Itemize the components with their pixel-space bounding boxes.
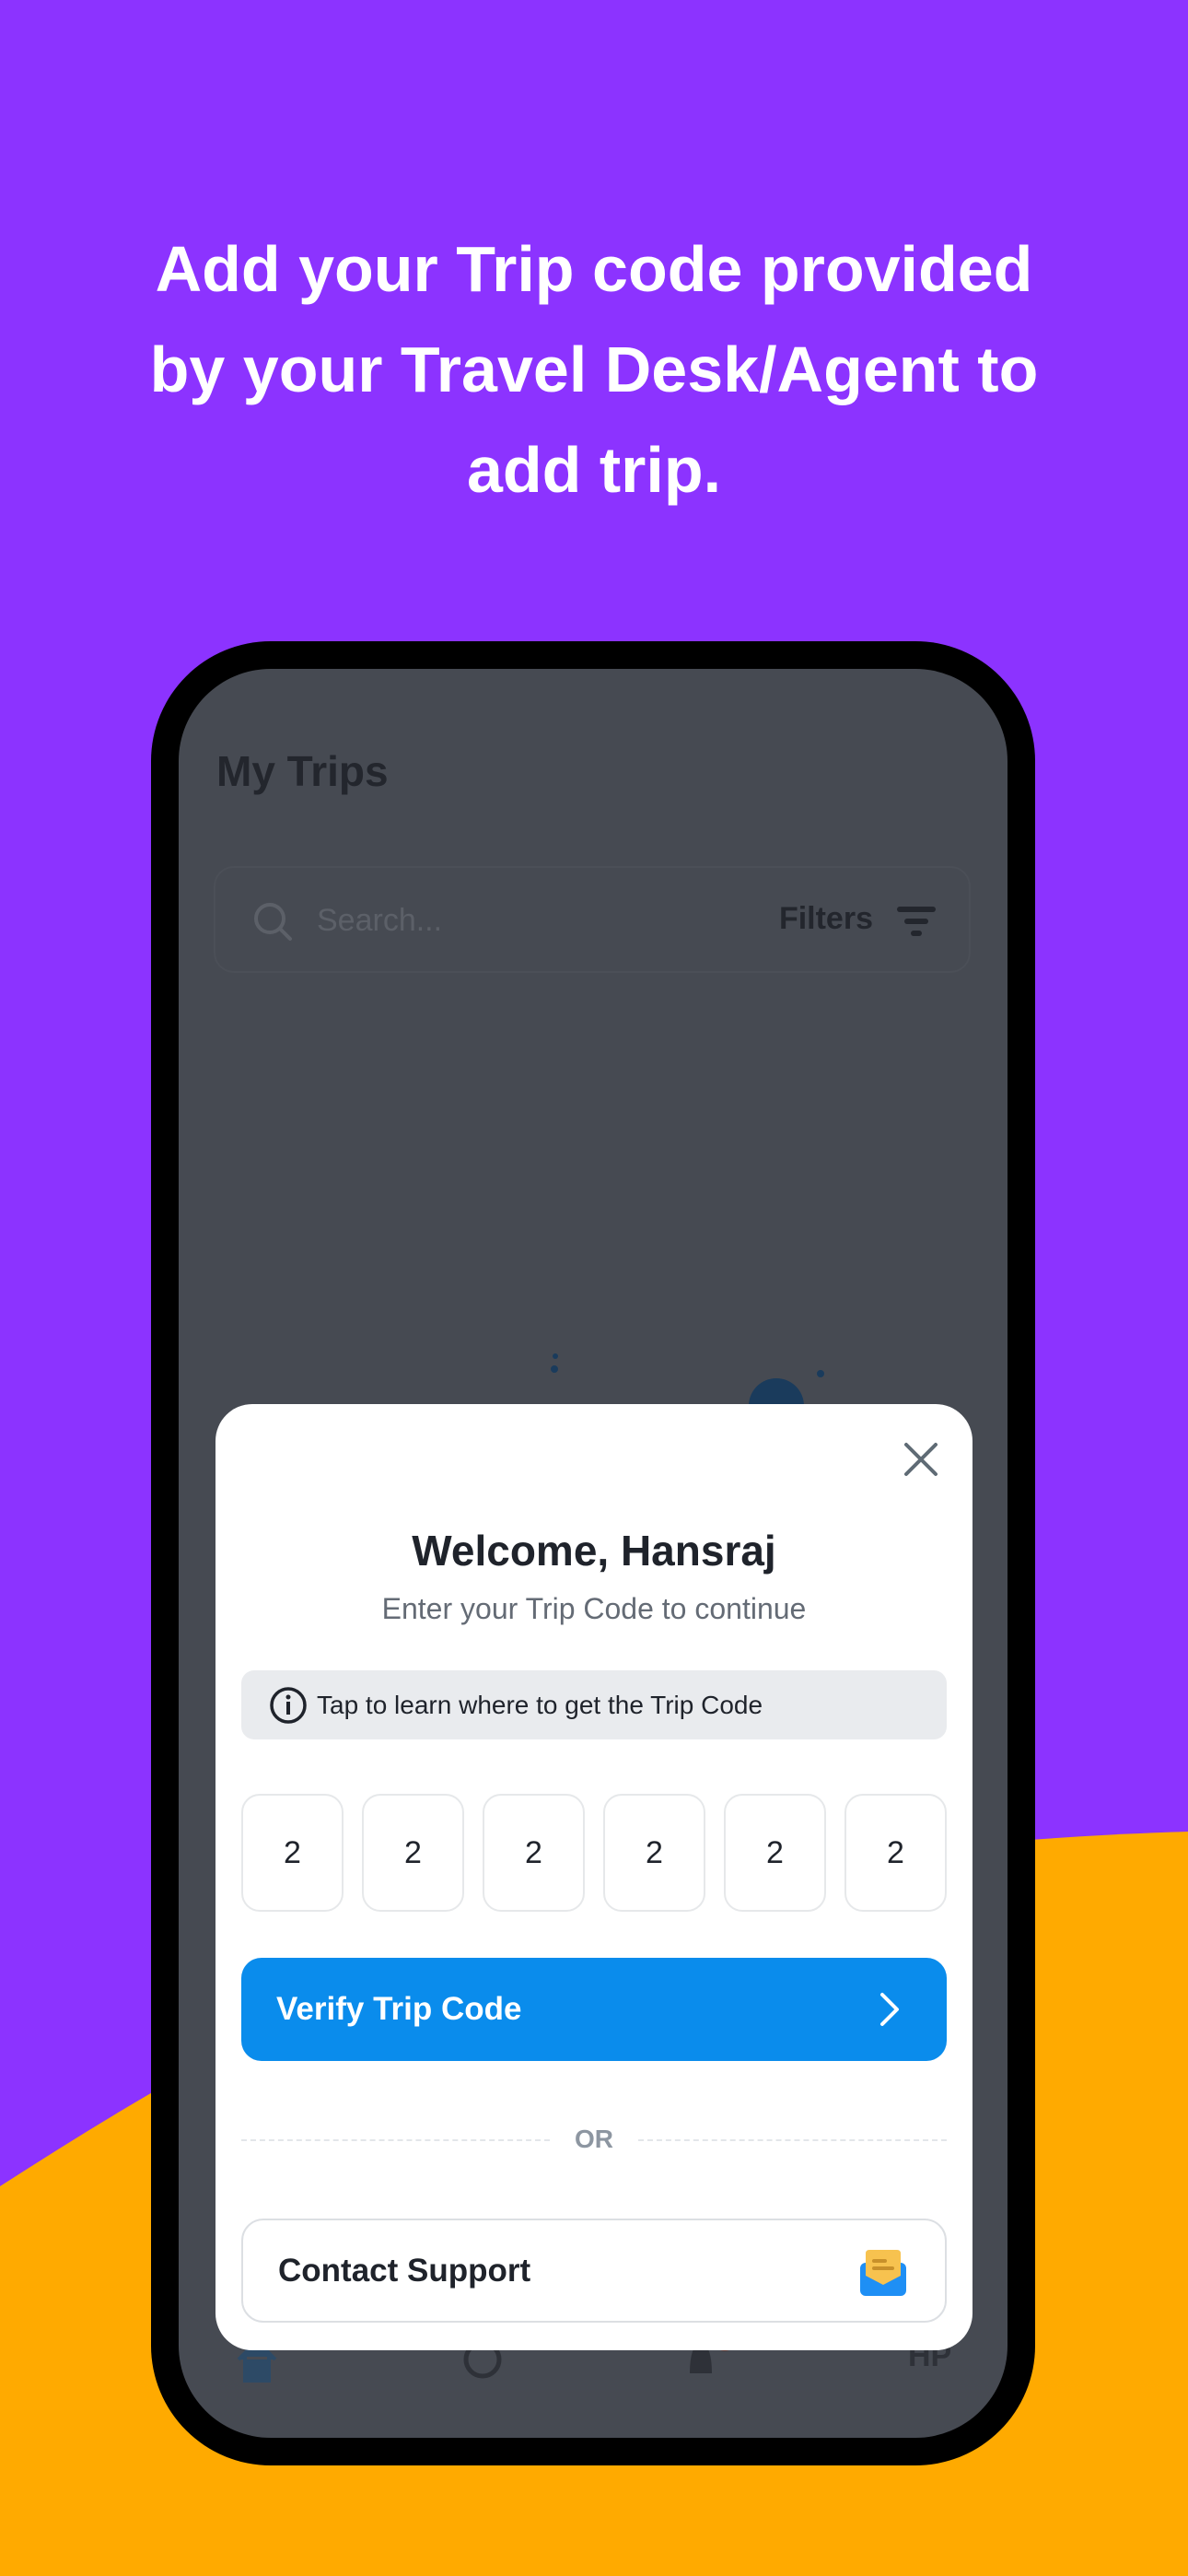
filters-button[interactable]: Filters	[779, 901, 873, 937]
verify-trip-code-button[interactable]: Verify Trip Code	[241, 1958, 947, 2061]
search-icon	[254, 903, 292, 941]
code-digit-input[interactable]: 2	[483, 1794, 585, 1912]
headline-line: by your Travel Desk/Agent to	[149, 334, 1039, 405]
headline-line: add trip.	[466, 434, 722, 506]
help-banner-text: Tap to learn where to get the Trip Code	[317, 1690, 763, 1719]
verify-button-label: Verify Trip Code	[276, 1991, 522, 2027]
modal-subtitle: Enter your Trip Code to continue	[381, 1592, 807, 1625]
mail-envelope-icon	[860, 2250, 906, 2296]
headline-line: Add your Trip code provided	[155, 233, 1033, 305]
code-digit-input[interactable]: 2	[603, 1794, 705, 1912]
page-title: My Trips	[216, 747, 389, 795]
contact-support-label: Contact Support	[278, 2252, 531, 2289]
search-input[interactable]: Search...	[317, 903, 442, 939]
modal-title: Welcome, Hansraj	[412, 1527, 776, 1575]
divider-line	[638, 2139, 947, 2141]
filter-icon[interactable]	[897, 905, 936, 938]
trip-code-modal: Welcome, Hansraj Enter your Trip Code to…	[215, 1404, 973, 2350]
code-digit-input[interactable]: 2	[362, 1794, 464, 1912]
headline: Add your Trip code provided by your Trav…	[92, 219, 1096, 521]
code-digit-input[interactable]: 2	[724, 1794, 826, 1912]
trip-code-help-banner[interactable]: Tap to learn where to get the Trip Code	[241, 1670, 947, 1739]
code-digit-input[interactable]: 2	[241, 1794, 344, 1912]
close-icon[interactable]	[901, 1439, 941, 1480]
trip-code-inputs: 2 2 2 2 2 2	[241, 1794, 947, 1912]
contact-support-button[interactable]: Contact Support	[241, 2219, 947, 2323]
info-icon	[270, 1686, 307, 1724]
chevron-right-icon	[880, 1993, 899, 2026]
code-digit-input[interactable]: 2	[844, 1794, 947, 1912]
search-bar[interactable]: Search... Filters	[214, 866, 971, 973]
